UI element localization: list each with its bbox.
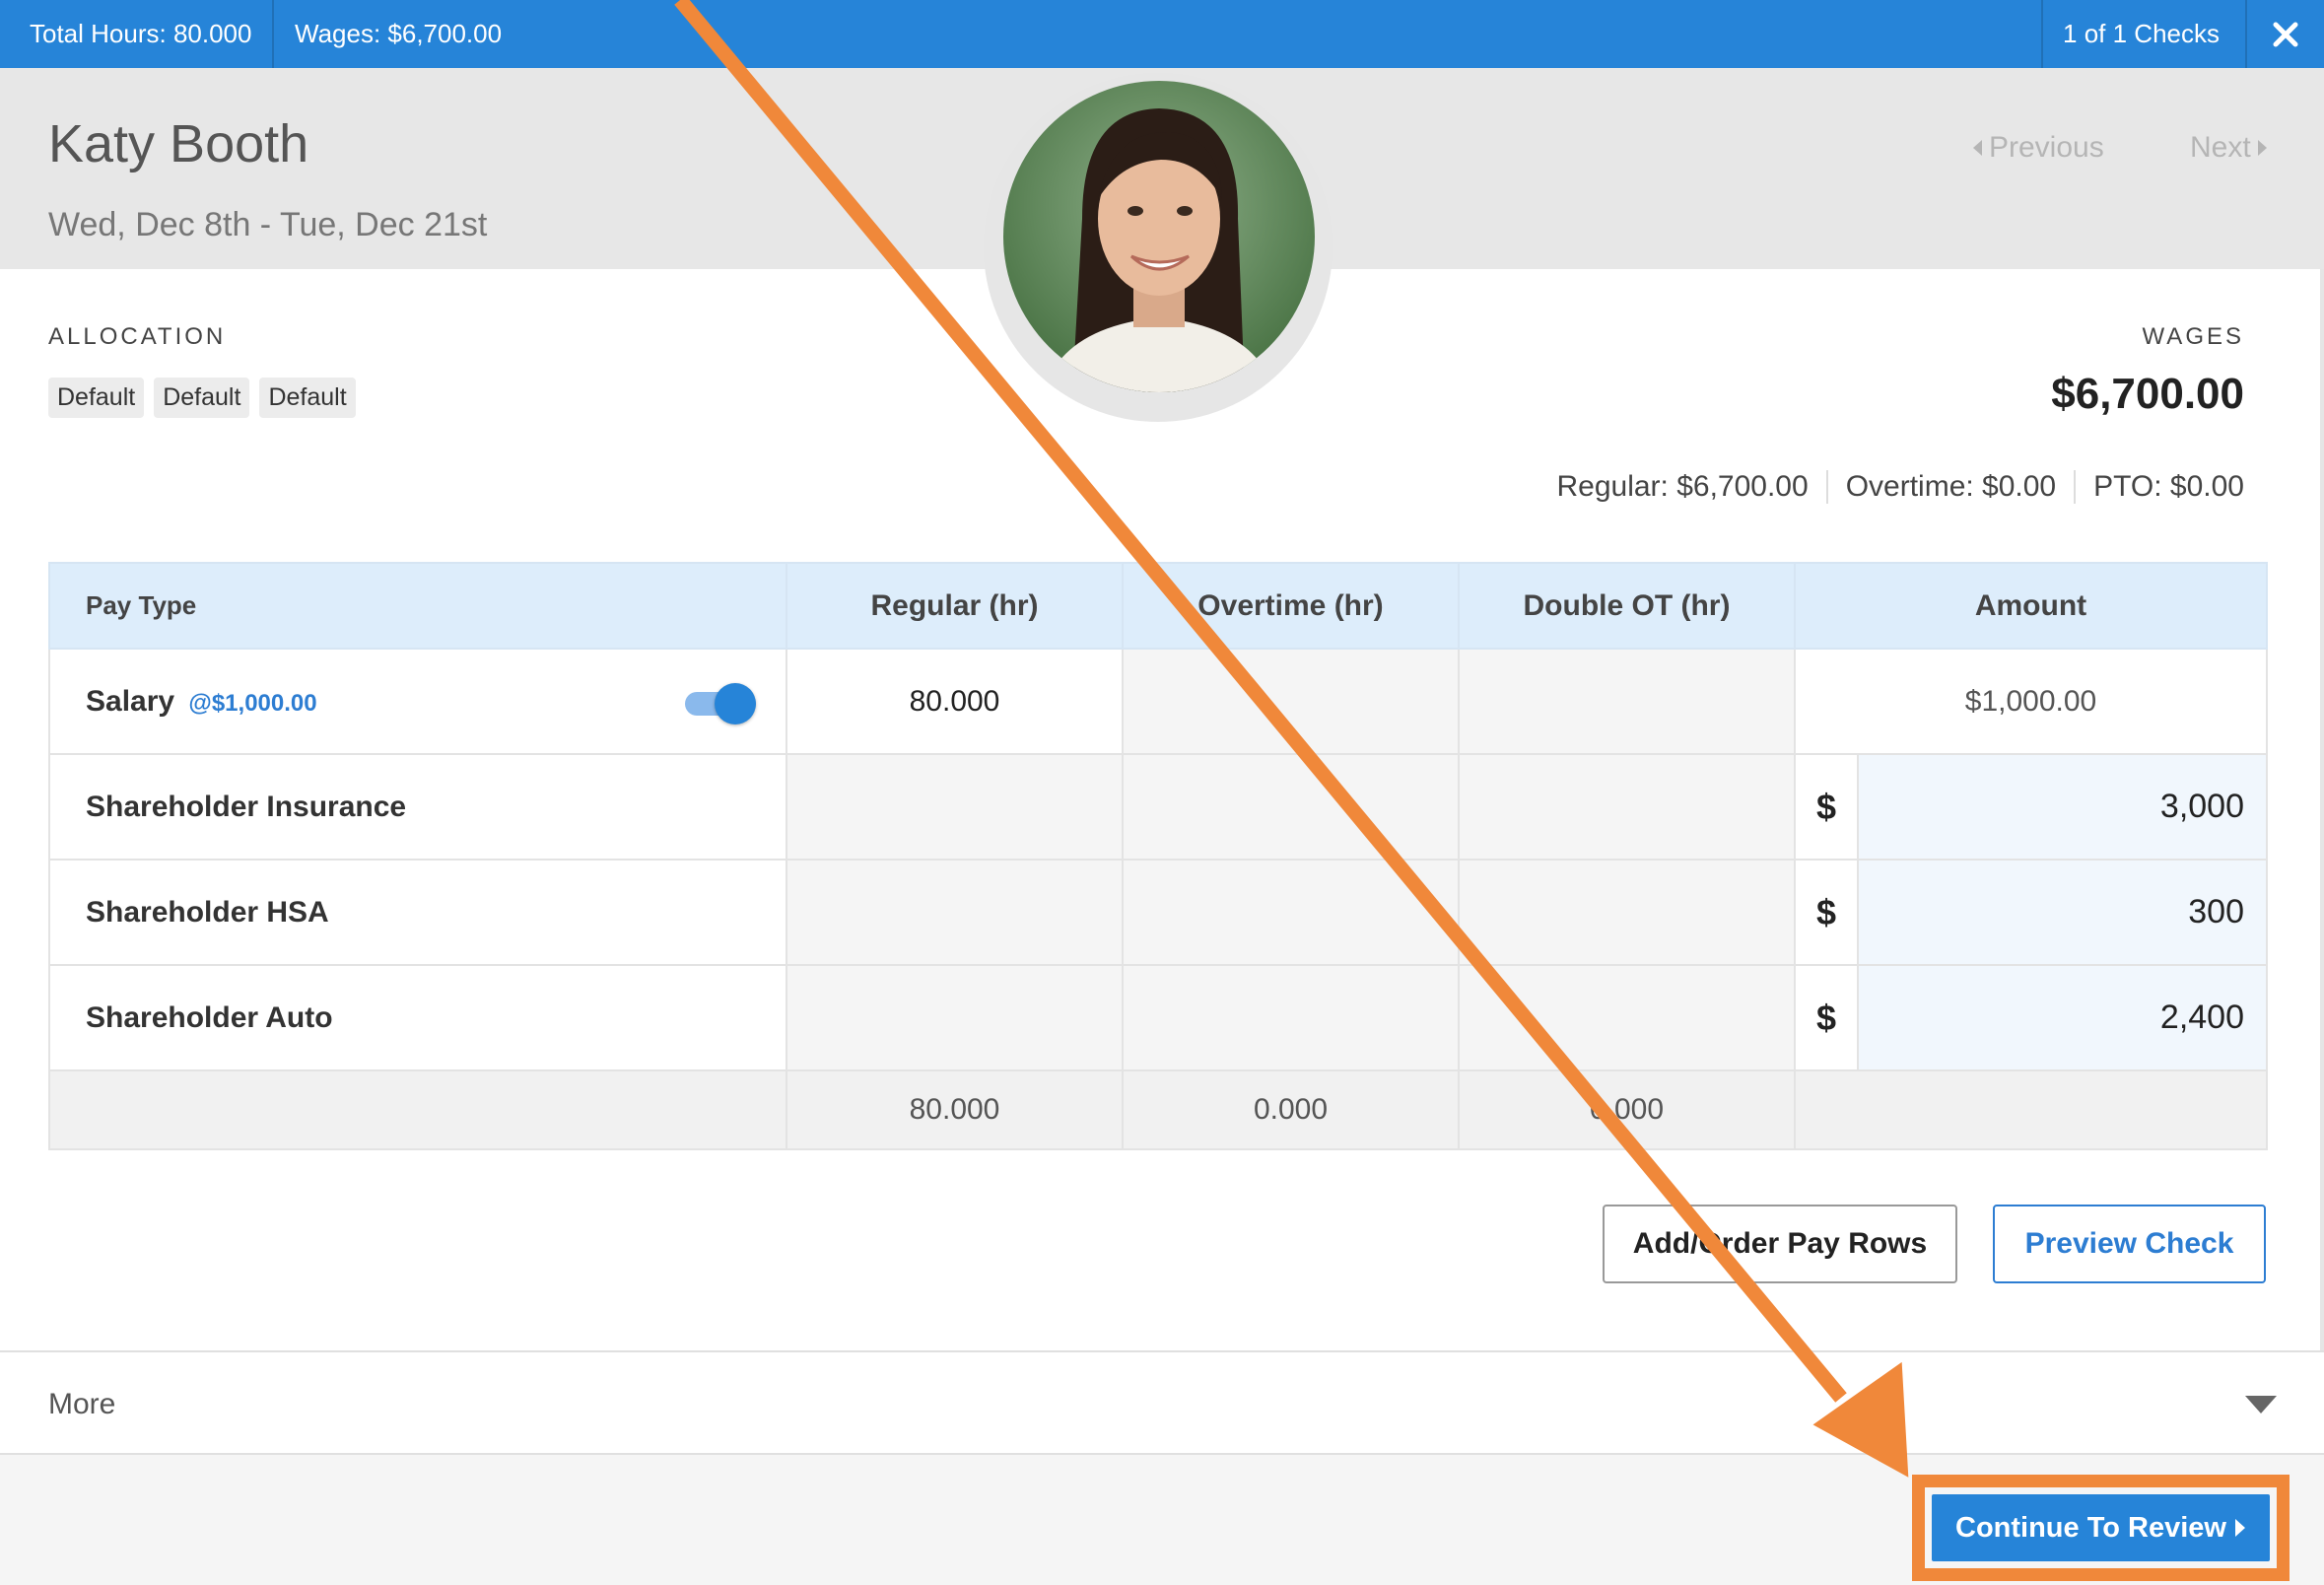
- double-ot-hours-cell: [1458, 648, 1796, 755]
- wages-label: WAGES: [2142, 323, 2244, 350]
- checks-counter: 1 of 1 Checks: [2063, 19, 2220, 48]
- divider: [2041, 0, 2043, 68]
- pay-detail-panel: ALLOCATION Default Default Default WAGES…: [0, 269, 2324, 1350]
- overtime-hours-cell: [1122, 648, 1460, 755]
- overtime-hours-cell: [1122, 753, 1460, 861]
- pay-type-name: Shareholder Insurance: [48, 753, 787, 861]
- more-label: More: [48, 1388, 116, 1420]
- divider: [272, 0, 274, 68]
- preview-check-button[interactable]: Preview Check: [1993, 1205, 2266, 1283]
- salary-rate: @$1,000.00: [188, 689, 317, 717]
- wages-breakdown: Regular: $6,700.00 Overtime: $0.00 PTO: …: [1538, 470, 2244, 504]
- close-button[interactable]: [2247, 0, 2324, 68]
- continue-label: Continue To Review: [1955, 1511, 2226, 1544]
- double-ot-hours-cell: [1458, 859, 1796, 966]
- caret-down-icon: [2245, 1396, 2277, 1413]
- pay-type-name: Salary: [86, 684, 175, 718]
- col-header-regular: Regular (hr): [786, 562, 1124, 650]
- pay-type-name: Shareholder Auto: [48, 964, 787, 1071]
- totals-label-cell: [48, 1069, 787, 1150]
- add-order-pay-rows-button[interactable]: Add/Order Pay Rows: [1603, 1205, 1957, 1283]
- dollar-sign: $: [1794, 859, 1859, 966]
- allocation-chip[interactable]: Default: [259, 378, 356, 418]
- dollar-sign: $: [1794, 964, 1859, 1071]
- overtime-wages: Overtime: $0.00: [1825, 470, 2074, 504]
- totals-row: 80.000 0.000 0.000: [48, 1069, 2268, 1150]
- next-button[interactable]: Next: [2190, 131, 2269, 165]
- total-regular-hours: 80.000: [786, 1069, 1124, 1150]
- allocation-label: ALLOCATION: [48, 323, 227, 350]
- allocation-chip[interactable]: Default: [154, 378, 250, 418]
- toggle-knob: [715, 683, 756, 724]
- previous-label: Previous: [1989, 131, 2104, 164]
- regular-wages: Regular: $6,700.00: [1556, 470, 1809, 503]
- regular-hours-cell: [786, 753, 1124, 861]
- table-header-row: Pay Type Regular (hr) Overtime (hr) Doub…: [48, 562, 2268, 650]
- close-icon: [2273, 22, 2298, 46]
- dollar-sign: $: [1794, 753, 1859, 861]
- allocation-chip[interactable]: Default: [48, 378, 145, 418]
- total-double-ot-hours: 0.000: [1458, 1069, 1796, 1150]
- footer-bar: Continue To Review: [0, 1455, 2324, 1585]
- allocation-chips: Default Default Default: [48, 378, 356, 418]
- amount-input[interactable]: 3,000: [1857, 753, 2268, 861]
- salary-amount: $1,000.00: [1794, 648, 2268, 755]
- col-header-overtime: Overtime (hr): [1122, 562, 1460, 650]
- avatar-photo: [1003, 81, 1315, 392]
- total-amount-cell: [1794, 1069, 2268, 1150]
- pay-rows-table: Pay Type Regular (hr) Overtime (hr) Doub…: [48, 562, 2268, 1150]
- overtime-hours-cell: [1122, 964, 1460, 1071]
- double-ot-hours-cell: [1458, 964, 1796, 1071]
- total-hours-text: Total Hours: 80.000: [30, 19, 252, 48]
- amount-input[interactable]: 300: [1857, 859, 2268, 966]
- regular-hours-cell: [786, 859, 1124, 966]
- chevron-right-icon: [2234, 1519, 2245, 1537]
- pto-wages: PTO: $0.00: [2074, 470, 2244, 504]
- chevron-right-icon: [2257, 140, 2267, 156]
- total-overtime-hours: 0.000: [1122, 1069, 1460, 1150]
- col-header-amount: Amount: [1794, 562, 2268, 650]
- pay-type-cell: Salary @$1,000.00: [48, 648, 787, 755]
- double-ot-hours-cell: [1458, 753, 1796, 861]
- regular-hours-cell: [786, 964, 1124, 1071]
- overtime-hours-cell: [1122, 859, 1460, 966]
- regular-hours-input[interactable]: 80.000: [786, 648, 1124, 755]
- continue-to-review-button[interactable]: Continue To Review: [1932, 1494, 2270, 1561]
- top-summary-bar: Total Hours: 80.000 Wages: $6,700.00 1 o…: [0, 0, 2324, 68]
- more-section-toggle[interactable]: More: [0, 1350, 2324, 1455]
- previous-button[interactable]: Previous: [1971, 131, 2104, 165]
- pay-type-name: Shareholder HSA: [48, 859, 787, 966]
- table-row-salary: Salary @$1,000.00 80.000 $1,000.00: [48, 648, 2268, 755]
- salary-toggle[interactable]: [685, 683, 756, 724]
- table-row: Shareholder Auto $ 2,400: [48, 964, 2268, 1071]
- amount-input[interactable]: 2,400: [1857, 964, 2268, 1071]
- wages-total: $6,700.00: [2051, 370, 2244, 418]
- employee-name: Katy Booth: [48, 114, 309, 173]
- next-label: Next: [2190, 131, 2251, 164]
- col-header-double-ot: Double OT (hr): [1458, 562, 1796, 650]
- avatar: [1003, 81, 1315, 392]
- chevron-left-icon: [1973, 140, 1982, 156]
- pay-period-range: Wed, Dec 8th - Tue, Dec 21st: [48, 206, 488, 243]
- col-header-pay-type: Pay Type: [48, 562, 787, 650]
- wages-text: Wages: $6,700.00: [295, 19, 503, 48]
- table-row: Shareholder Insurance $ 3,000: [48, 753, 2268, 861]
- table-row: Shareholder HSA $ 300: [48, 859, 2268, 966]
